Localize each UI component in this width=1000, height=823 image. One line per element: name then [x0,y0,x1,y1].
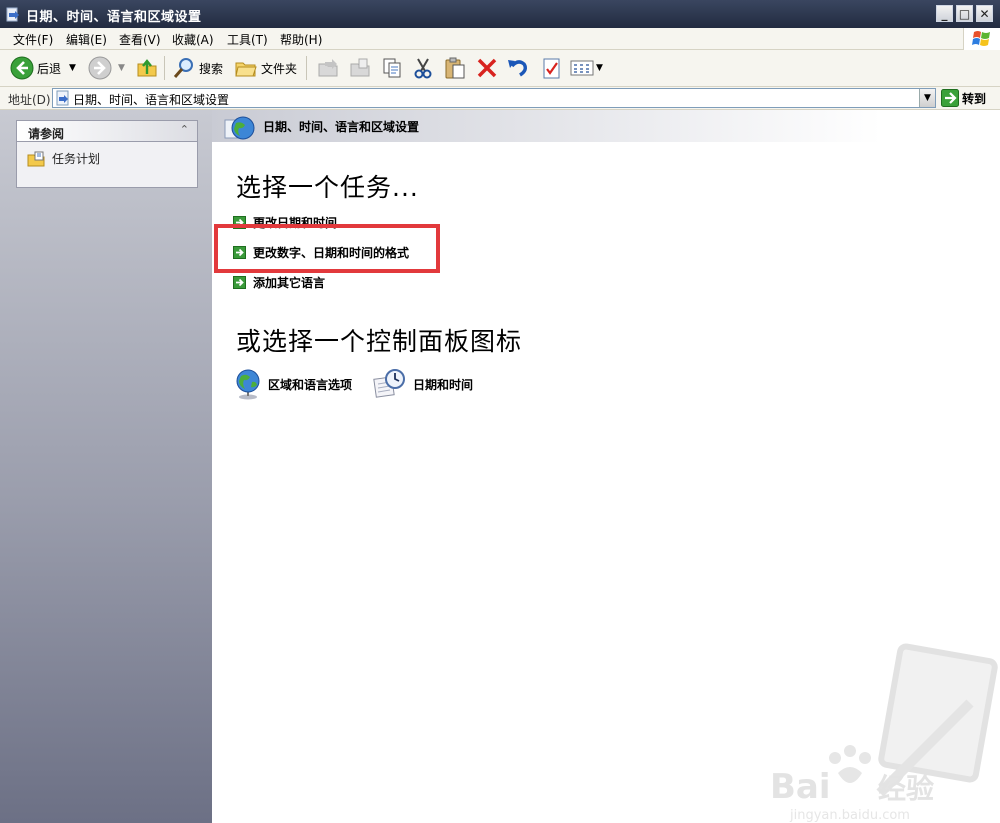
baidu-jingyan-watermark: Bai 经验 jingyan.baidu.com [770,643,998,823]
forward-dropdown-icon[interactable]: ▼ [118,63,125,73]
address-input[interactable]: 日期、时间、语言和区域设置 ▼ [52,88,936,108]
task-heading: 选择一个任务... [236,173,419,202]
cpl-label: 区域和语言选项 [268,377,353,392]
windows-logo-icon [963,28,1000,50]
menu-view[interactable]: 查看(V) [119,31,161,48]
green-arrow-icon [233,276,246,289]
watermark-url: jingyan.baidu.com [789,808,910,823]
back-button[interactable]: 后退 ▼ [10,50,76,86]
see-also-title: 请参阅 [28,127,65,141]
menu-favorites[interactable]: 收藏(A) [172,31,214,48]
undo-icon [508,60,528,77]
category-globe-icon [224,116,255,140]
views-button[interactable]: ▼ [570,50,603,86]
task-link-add-languages[interactable]: 添加其它语言 [233,274,325,291]
see-also-panel: 请参阅 ⌃ 任务计划 [16,120,198,188]
back-arrow-icon [10,56,34,80]
folders-icon [235,62,257,77]
window-icon [6,7,19,22]
see-also-body: 任务计划 [16,142,198,188]
left-task-pane: 请参阅 ⌃ 任务计划 [0,110,212,823]
go-arrow-icon [941,89,959,107]
explorer-window: 日期、时间、语言和区域设置 _ □ ✕ 文件(F) 编辑(E) 查看(V) 收藏… [0,0,1000,823]
properties-button[interactable] [540,50,564,86]
scissors-icon [414,58,432,79]
clock-calendar-icon [373,369,405,398]
up-folder-button[interactable] [135,50,159,86]
undo-button[interactable] [506,50,530,86]
move-to-button[interactable] [316,50,340,86]
window-title: 日期、时间、语言和区域设置 [26,10,202,25]
folders-button[interactable]: 文件夹 [234,50,297,86]
see-also-header[interactable]: 请参阅 ⌃ [16,120,198,142]
menu-help[interactable]: 帮助(H) [280,31,322,48]
highlight-box [214,224,440,273]
copy-button[interactable] [380,50,404,86]
cpl-region-language[interactable]: 区域和语言选项 [234,368,352,400]
sidebar-item-scheduled-tasks[interactable]: 任务计划 [27,150,100,167]
task-label: 添加其它语言 [253,276,326,290]
folders-label: 文件夹 [261,61,298,76]
cpl-date-time[interactable]: 日期和时间 [373,368,473,400]
address-page-icon [56,90,69,106]
search-button[interactable]: 搜索 [172,50,223,86]
delete-button[interactable] [475,50,499,86]
forward-arrow-icon [88,56,112,80]
cpl-label: 日期和时间 [413,377,474,392]
menu-file[interactable]: 文件(F) [13,31,53,48]
collapse-chevron-icon[interactable]: ⌃ [180,123,189,136]
svg-text:经验: 经验 [878,772,934,805]
search-label: 搜索 [199,61,224,76]
minimize-button[interactable]: _ [936,5,953,22]
maximize-button[interactable]: □ [956,5,973,22]
address-bar: 地址(D) 日期、时间、语言和区域设置 ▼ 转到 [0,87,1000,110]
views-dropdown-icon[interactable]: ▼ [596,63,603,73]
menu-tools[interactable]: 工具(T) [227,31,268,48]
address-label: 地址(D) [8,93,51,107]
go-label: 转到 [962,91,987,106]
properties-icon [543,58,560,79]
up-folder-icon [137,59,157,77]
globe-icon [236,369,260,400]
address-value: 日期、时间、语言和区域设置 [73,93,230,107]
copy-to-button[interactable] [348,50,372,86]
svg-text:Bai: Bai [770,767,831,807]
control-panel-heading: 或选择一个控制面板图标 [236,327,523,356]
menu-edit[interactable]: 编辑(E) [66,31,107,48]
back-dropdown-icon[interactable]: ▼ [69,63,76,73]
paste-button[interactable] [443,50,467,86]
toolbar: 后退 ▼ ▼ 搜索 文件夹 ▼ [0,50,1000,87]
toolbar-separator [306,56,307,80]
sidebar-item-label: 任务计划 [52,152,101,166]
copy-icon [383,58,401,78]
copy-to-icon [350,58,370,77]
category-title: 日期、时间、语言和区域设置 [263,120,420,134]
category-header: 日期、时间、语言和区域设置 [212,110,1000,142]
close-button[interactable]: ✕ [976,5,993,22]
forward-button[interactable]: ▼ [88,50,125,86]
paste-icon [445,57,465,79]
move-to-icon [318,59,338,77]
title-bar: 日期、时间、语言和区域设置 _ □ ✕ [0,0,1000,28]
main-content: 日期、时间、语言和区域设置 选择一个任务... 更改日期和时间 更改数字、日期和… [212,110,1000,823]
go-button[interactable]: 转到 [941,88,986,108]
delete-x-icon [477,58,497,78]
views-grid-icon [570,60,594,76]
back-label: 后退 [37,61,62,76]
address-dropdown-icon[interactable]: ▼ [919,89,935,107]
cut-button[interactable] [411,50,435,86]
scheduled-tasks-icon [27,151,45,166]
menu-bar: 文件(F) 编辑(E) 查看(V) 收藏(A) 工具(T) 帮助(H) [0,28,1000,50]
toolbar-separator [164,56,165,80]
search-icon [173,58,193,78]
